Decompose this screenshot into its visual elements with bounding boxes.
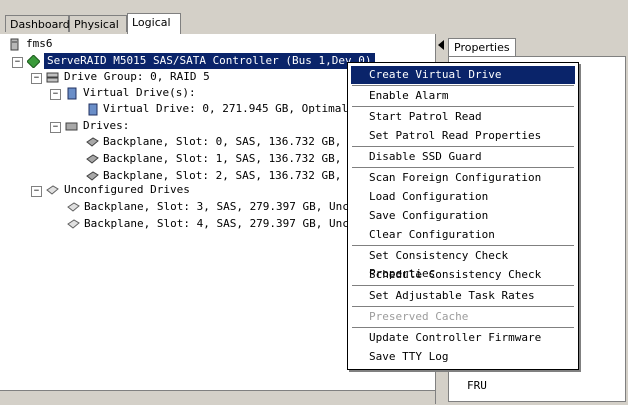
server-icon [10,38,19,51]
tree-node-controller[interactable]: ServeRAID M5015 SAS/SATA Controller (Bus… [44,53,375,69]
menu-separator [352,327,574,328]
controller-context-menu: Create Virtual Drive Enable Alarm Start … [347,62,579,370]
menu-separator [352,167,574,168]
menu-separator [352,245,574,246]
tree-node-unconfigured-drives[interactable]: Unconfigured Drives [64,182,190,198]
tab-dashboard[interactable]: Dashboard [5,15,70,32]
controller-icon [27,55,40,68]
tree-node-drive[interactable]: Backplane, Slot: 1, SAS, 136.732 GB, Onl… [103,151,375,167]
fru-label: FRU [467,379,487,392]
drives-icon [65,122,78,131]
menu-separator [352,106,574,107]
menu-item-start-patrol-read[interactable]: Start Patrol Read [351,108,575,126]
menu-item-set-adjustable-task-rates[interactable]: Set Adjustable Task Rates [351,287,575,305]
menu-item-save-tty-log[interactable]: Save TTY Log [351,348,575,366]
hard-drive-icon [86,154,99,164]
menu-item-save-configuration[interactable]: Save Configuration [351,207,575,225]
collapse-toggle-icon[interactable]: − [31,73,42,84]
menu-item-preserved-cache: Preserved Cache [369,310,469,323]
tab-physical[interactable]: Physical [69,15,127,32]
menu-item-scan-foreign-configuration[interactable]: Scan Foreign Configuration [351,169,575,187]
unconfigured-drives-icon [46,185,59,195]
tree-horizontal-scrollbar[interactable] [0,390,435,405]
tab-logical[interactable]: Logical [127,13,181,34]
menu-item-load-configuration[interactable]: Load Configuration [351,188,575,206]
collapse-toggle-icon[interactable]: − [12,57,23,68]
tree-node-drive-group[interactable]: Drive Group: 0, RAID 5 [64,69,210,85]
tree-node-virtual-drive-0[interactable]: Virtual Drive: 0, 271.945 GB, Optimal [103,101,348,117]
virtual-drive-icon [67,87,77,100]
virtual-drive-icon [88,103,98,116]
tree-node-unconfigured-drive[interactable]: Backplane, Slot: 4, SAS, 279.397 GB, Unc… [84,216,375,232]
hard-drive-icon [67,202,80,212]
collapse-toggle-icon[interactable]: − [50,122,61,133]
menu-item-schedule-consistency-check[interactable]: Schedule Consistency Check [351,266,575,284]
menu-item-disable-ssd-guard[interactable]: Disable SSD Guard [351,148,575,166]
hard-drive-icon [67,219,80,229]
menu-item-update-controller-firmware[interactable]: Update Controller Firmware [351,329,575,347]
menu-item-set-patrol-read-properties[interactable]: Set Patrol Read Properties [351,127,575,145]
drive-group-icon [46,72,59,83]
menu-item-set-consistency-check-properties[interactable]: Set Consistency Check Properties [351,247,575,280]
tree-node-server[interactable]: fms6 [26,36,53,52]
menu-item-create-virtual-drive[interactable]: Create Virtual Drive [351,66,575,84]
collapse-arrow-icon[interactable] [437,40,445,50]
hard-drive-icon [86,137,99,147]
tree-node-virtual-drives[interactable]: Virtual Drive(s): [83,85,196,101]
menu-item-clear-configuration[interactable]: Clear Configuration [351,226,575,244]
collapse-toggle-icon[interactable]: − [31,186,42,197]
menu-separator [352,285,574,286]
menu-separator [352,306,574,307]
menu-item-enable-alarm[interactable]: Enable Alarm [351,87,575,105]
view-tab-strip: Dashboard Physical Logical [0,0,628,34]
menu-separator [352,146,574,147]
tree-node-unconfigured-drive[interactable]: Backplane, Slot: 3, SAS, 279.397 GB, Unc… [84,199,375,215]
collapse-toggle-icon[interactable]: − [50,89,61,100]
tab-properties[interactable]: Properties [448,38,516,57]
menu-separator [352,85,574,86]
tree-node-drives[interactable]: Drives: [83,118,129,134]
tree-node-drive[interactable]: Backplane, Slot: 0, SAS, 136.732 GB, Onl… [103,134,375,150]
